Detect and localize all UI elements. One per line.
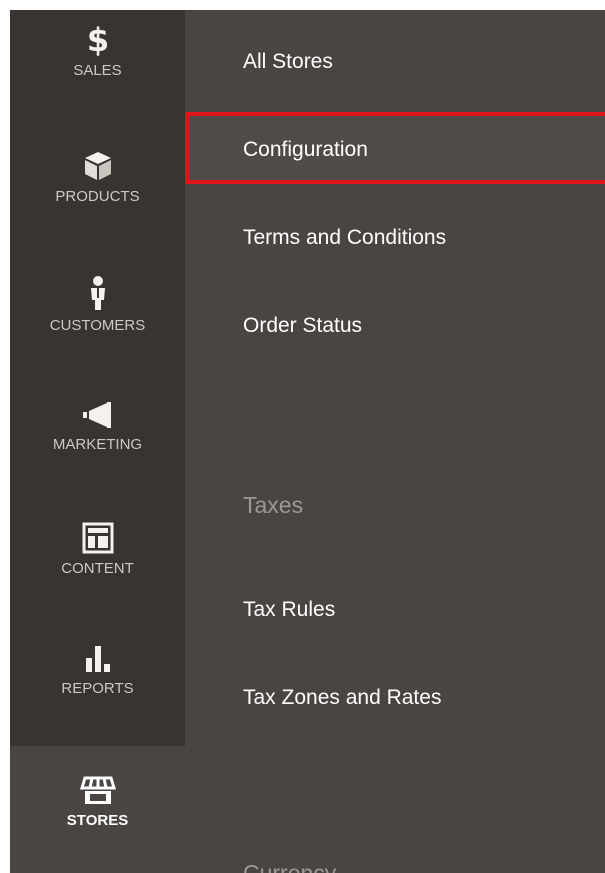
sidebar-item-label: SALES	[73, 62, 122, 79]
layout-icon	[82, 522, 113, 554]
section-title-currency: Currency	[243, 860, 337, 873]
stores-submenu: All Stores Configuration Terms and Condi…	[185, 10, 605, 873]
sidebar-item-label: STORES	[66, 812, 129, 829]
dollar-icon: $	[86, 22, 108, 56]
sidebar-item-marketing[interactable]: MARKETING	[10, 400, 185, 522]
admin-frame: $ SALES PRODUCTS CUSTOMERS MARKETING CON…	[10, 10, 605, 873]
sidebar-item-stores[interactable]: STORES	[10, 746, 185, 873]
megaphone-icon	[82, 402, 111, 428]
sidebar-item-content[interactable]: CONTENT	[10, 522, 185, 644]
link-tax-rules[interactable]: Tax Rules	[243, 598, 335, 622]
sidebar-item-label: PRODUCTS	[55, 188, 140, 205]
section-title-taxes: Taxes	[243, 492, 304, 518]
sidebar-item-label: REPORTS	[61, 680, 134, 697]
sidebar-item-label: CONTENT	[61, 560, 134, 577]
link-tax-zones-and-rates[interactable]: Tax Zones and Rates	[243, 686, 441, 710]
sidebar-item-label: CUSTOMERS	[49, 317, 146, 334]
link-order-status[interactable]: Order Status	[243, 314, 362, 338]
storefront-icon	[79, 776, 116, 804]
box-icon	[84, 152, 111, 180]
sidebar-item-sales[interactable]: $ SALES	[10, 22, 185, 144]
link-all-stores[interactable]: All Stores	[243, 50, 333, 74]
svg-text:$: $	[86, 22, 108, 56]
link-configuration[interactable]: Configuration	[243, 138, 368, 162]
sidebar-item-customers[interactable]: CUSTOMERS	[10, 275, 185, 397]
person-icon	[90, 276, 105, 310]
sidebar-item-label: MARKETING	[52, 436, 143, 453]
admin-sidebar: $ SALES PRODUCTS CUSTOMERS MARKETING CON…	[10, 10, 185, 873]
sidebar-item-products[interactable]: PRODUCTS	[10, 150, 185, 272]
bar-chart-icon	[85, 646, 110, 672]
link-terms-and-conditions[interactable]: Terms and Conditions	[243, 226, 446, 250]
